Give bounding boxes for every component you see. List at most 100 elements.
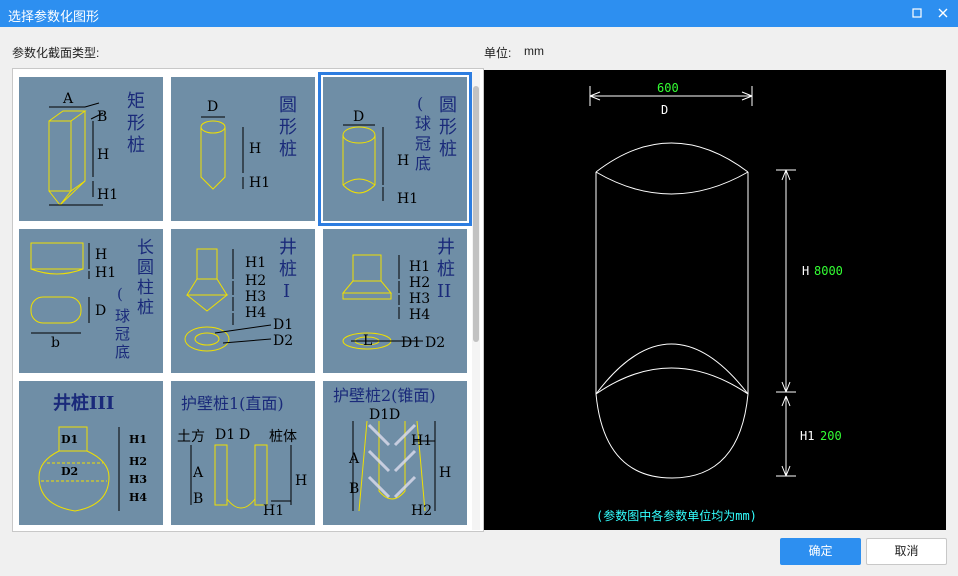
tile4-title-3: 柱 — [137, 278, 154, 298]
tile-long-round-pile[interactable]: H H1 D b 长 圆 柱 桩 ( 球 冠 底 — [19, 229, 163, 373]
unit-label: 单位: — [484, 46, 512, 60]
scrollbar-thumb[interactable] — [473, 86, 479, 342]
tile7-label-d1: D1 — [61, 433, 78, 446]
tile1-label-a: A — [62, 91, 74, 107]
tile5-label-h1: H1 — [245, 255, 266, 271]
tile6-label-d1: D1 — [401, 335, 421, 351]
grid-scrollbar[interactable] — [472, 70, 480, 530]
window-title: 选择参数化图形 — [8, 9, 100, 24]
tile1-label-h: H — [97, 147, 109, 163]
shape-preview: 600 D H 8000 H1 200 (参数图中各参数单位均为mm) — [484, 70, 946, 530]
tile1-title-1: 矩 — [127, 91, 145, 112]
tile-well-pile-2[interactable]: H1 H2 H3 H4 L D1 D2 井 桩 II — [323, 229, 467, 373]
preview-h-value: 8000 — [814, 264, 843, 278]
retaining-pile-2-diagram: 护壁桩2(锥面) D1 D A B H H1 H2 — [333, 386, 451, 519]
preview-h1-label: H1 — [800, 429, 814, 443]
tile9-title: 护壁桩2(锥面) — [333, 386, 436, 405]
tile8-label-b: B — [193, 491, 203, 507]
tile3-sub-2: 球 — [415, 114, 431, 133]
well-pile-3-diagram: 井桩III D1 D2 H1 H2 H3 H4 — [38, 392, 147, 512]
tile3-label-h1: H1 — [397, 191, 418, 207]
preview-d-label: D — [661, 103, 668, 117]
tile-round-pile-cap[interactable]: D H H1 圆 形 桩 ( 球 冠 底 — [318, 72, 472, 226]
tile3-sub-3: 冠 — [415, 134, 431, 153]
tile6-label-h3: H3 — [409, 291, 430, 307]
retaining-pile-1-diagram: 护壁桩1(直面) 土方 D1 D 桩体 A B H H1 — [177, 394, 307, 519]
tile4-label-d: D — [95, 303, 106, 319]
maximize-icon-glyph — [912, 8, 922, 18]
tile6-label-h1: H1 — [409, 259, 430, 275]
tile4-title-4: 桩 — [137, 298, 154, 318]
tile5-label-h3: H3 — [245, 289, 266, 305]
tile1-title-2: 形 — [127, 113, 145, 134]
maximize-icon[interactable] — [908, 4, 926, 22]
cancel-button[interactable]: 取消 — [866, 538, 947, 565]
tile8-label-a: A — [192, 465, 204, 481]
unit-value: mm — [524, 44, 544, 58]
tile3-title-3: 桩 — [439, 139, 457, 160]
tile9-label-h2: H2 — [411, 503, 432, 519]
preview-drawing: 600 D H 8000 H1 200 (参数图中各参数单位均为mm) — [589, 81, 843, 523]
well-pile-1-diagram: H1 H2 H3 H4 D1 D2 井 桩 I — [184, 237, 297, 352]
tile-retaining-pile-2[interactable]: 护壁桩2(锥面) D1 D A B H H1 H2 — [323, 381, 467, 525]
tile5-label-d2: D2 — [273, 333, 293, 349]
tile7-label-h3: H3 — [129, 473, 147, 486]
tile4-title-2: 圆 — [137, 258, 154, 278]
tile-retaining-pile-1[interactable]: 护壁桩1(直面) 土方 D1 D 桩体 A B H H1 — [171, 381, 315, 525]
tile-round-pile[interactable]: D H H1 圆 形 桩 — [171, 77, 315, 221]
tile6-label-h4: H4 — [409, 307, 430, 323]
tile2-label-h1: H1 — [249, 175, 270, 191]
tile4-sub-4: 底 — [115, 343, 130, 361]
tile2-title-1: 圆 — [279, 95, 297, 116]
tile3-title-2: 形 — [439, 117, 457, 138]
section-type-label: 参数化截面类型: — [12, 46, 100, 60]
tile8-label-d: D — [239, 427, 250, 443]
round-pile-cap-diagram: D H H1 圆 形 桩 ( 球 冠 底 — [342, 94, 457, 207]
tile3-sub-4: 底 — [415, 154, 431, 173]
close-icon[interactable] — [934, 4, 952, 22]
tile5-title-3: I — [283, 281, 290, 302]
tile5-label-h4: H4 — [245, 305, 266, 321]
tile-well-pile-1[interactable]: H1 H2 H3 H4 D1 D2 井 桩 I — [171, 229, 315, 373]
title-bar: 选择参数化图形 — [0, 0, 958, 27]
tile9-label-d: D — [389, 407, 400, 423]
tile8-title: 护壁桩1(直面) — [181, 394, 284, 413]
tile8-label-h1: H1 — [263, 503, 284, 519]
tile9-label-b: B — [349, 481, 359, 497]
tile1-title-3: 桩 — [127, 135, 145, 156]
ok-button[interactable]: 确定 — [780, 538, 861, 565]
tile4-label-h: H — [95, 247, 107, 263]
preview-d-value: 600 — [657, 81, 679, 95]
tile2-label-h: H — [249, 141, 261, 157]
close-icon-glyph — [938, 8, 948, 18]
tile2-title-2: 形 — [279, 117, 297, 138]
tile6-label-d2: D2 — [425, 335, 445, 351]
tile3-label-h: H — [397, 153, 409, 169]
round-pile-diagram: D H H1 圆 形 桩 — [200, 95, 297, 191]
tile6-label-h2: H2 — [409, 275, 430, 291]
tile4-sub-3: 冠 — [115, 325, 130, 343]
tile2-title-3: 桩 — [279, 139, 297, 160]
preview-h-label: H — [802, 264, 809, 278]
tile3-label-d: D — [353, 109, 364, 125]
tile7-label-d2: D2 — [61, 465, 78, 478]
tile7-title: 井桩III — [53, 392, 114, 414]
tile6-title-3: II — [437, 281, 451, 302]
tile2-label-d: D — [207, 99, 218, 115]
tile-well-pile-3[interactable]: 井桩III D1 D2 H1 H2 H3 H4 — [19, 381, 163, 525]
tile4-sub-1: ( — [117, 285, 123, 303]
tile4-sub-2: 球 — [115, 307, 130, 325]
tile4-title-1: 长 — [137, 238, 154, 258]
tile1-label-h1: H1 — [97, 187, 118, 203]
tile9-label-h: H — [439, 465, 451, 481]
tile9-label-d1: D1 — [369, 407, 389, 423]
preview-unit-note: (参数图中各参数单位均为mm) — [596, 508, 757, 523]
tile3-sub-1: ( — [417, 94, 423, 113]
long-round-pile-diagram: H H1 D b 长 圆 柱 桩 ( 球 冠 底 — [30, 238, 154, 361]
tile-rect-pile[interactable]: A B H H1 矩 形 桩 — [19, 77, 163, 221]
tile5-title-1: 井 — [279, 237, 297, 258]
tile7-label-h2: H2 — [129, 455, 147, 468]
well-pile-2-diagram: H1 H2 H3 H4 L D1 D2 井 桩 II — [341, 237, 455, 351]
tile4-label-b: b — [51, 335, 60, 351]
preview-h1-value: 200 — [820, 429, 842, 443]
